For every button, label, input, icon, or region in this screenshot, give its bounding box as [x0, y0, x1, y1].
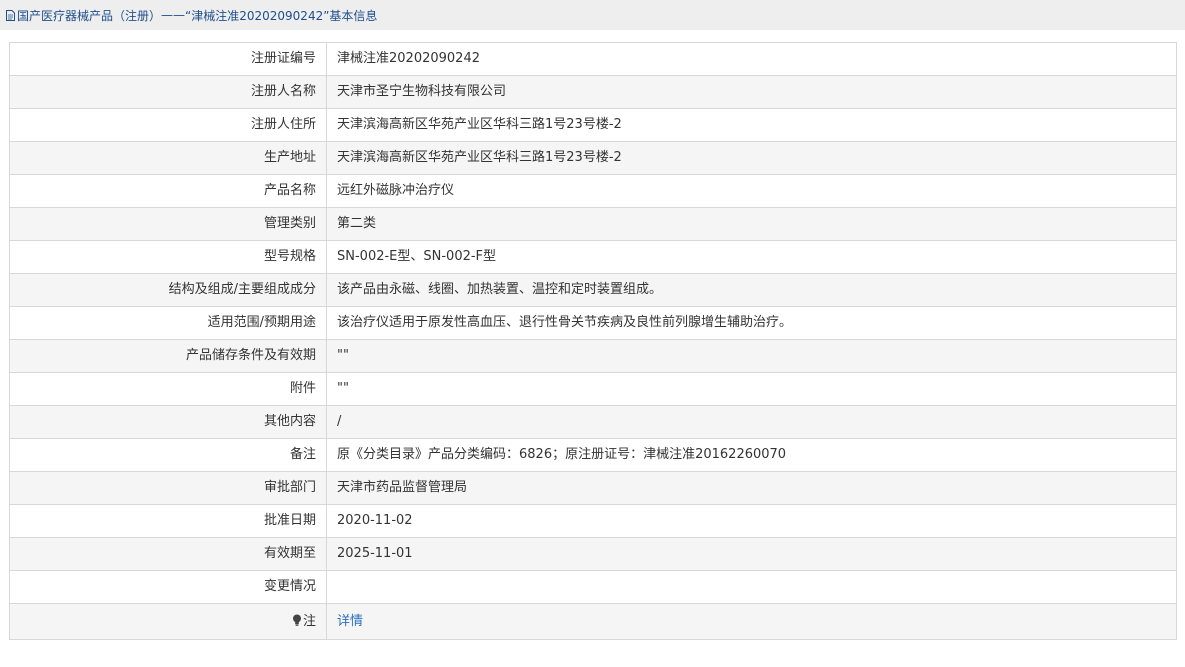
- breadcrumb-separator: ——: [161, 8, 186, 22]
- row-value: 2025-11-01: [326, 537, 1177, 571]
- row-value: 该产品由永磁、线圈、加热装置、温控和定时装置组成。: [326, 273, 1177, 307]
- row-value: "": [326, 339, 1177, 373]
- row-value: /: [326, 405, 1177, 439]
- table-row: 适用范围/预期用途 该治疗仪适用于原发性高血压、退行性骨关节疾病及良性前列腺增生…: [9, 306, 1177, 340]
- row-label: 变更情况: [9, 570, 327, 604]
- table-row: 批准日期 2020-11-02: [9, 504, 1177, 538]
- row-value: 第二类: [326, 207, 1177, 241]
- row-value: 天津滨海高新区华苑产业区华科三路1号23号楼-2: [326, 141, 1177, 175]
- row-label: 批准日期: [9, 504, 327, 538]
- lightbulb-icon: [292, 614, 301, 626]
- row-label: 有效期至: [9, 537, 327, 571]
- table-row: 附件 "": [9, 372, 1177, 406]
- row-label: 注册人住所: [9, 108, 327, 142]
- row-label: 型号规格: [9, 240, 327, 274]
- row-label: 结构及组成/主要组成成分: [9, 273, 327, 307]
- table-row: 有效期至 2025-11-01: [9, 537, 1177, 571]
- row-label: 注册人名称: [9, 75, 327, 109]
- table-row: 注册证编号 津械注准20202090242: [9, 42, 1177, 76]
- row-label: 产品名称: [9, 174, 327, 208]
- table-row: 产品名称 远红外磁脉冲治疗仪: [9, 174, 1177, 208]
- row-label: 审批部门: [9, 471, 327, 505]
- table-row: 变更情况: [9, 570, 1177, 604]
- breadcrumb-current: “津械注准20202090242”基本信息: [185, 8, 378, 23]
- table-row: 生产地址 天津滨海高新区华苑产业区华科三路1号23号楼-2: [9, 141, 1177, 175]
- row-value: 原《分类目录》产品分类编码：6826；原注册证号：津械注准20162260070: [326, 438, 1177, 472]
- row-label: 备注: [9, 438, 327, 472]
- row-label: 其他内容: [9, 405, 327, 439]
- row-value: "": [326, 372, 1177, 406]
- details-link[interactable]: 详情: [337, 614, 363, 629]
- row-label: 注册证编号: [9, 42, 327, 76]
- row-value: 天津滨海高新区华苑产业区华科三路1号23号楼-2: [326, 108, 1177, 142]
- breadcrumb: 国产医疗器械产品（注册） —— “津械注准20202090242”基本信息: [0, 0, 1185, 30]
- registration-info-table: 注册证编号 津械注准20202090242 注册人名称 天津市圣宁生物科技有限公…: [9, 42, 1177, 640]
- table-row: 结构及组成/主要组成成分 该产品由永磁、线圈、加热装置、温控和定时装置组成。: [9, 273, 1177, 307]
- row-value: SN-002-E型、SN-002-F型: [326, 240, 1177, 274]
- note-label-cell: 注: [9, 603, 327, 640]
- row-label: 附件: [9, 372, 327, 406]
- table-row: 其他内容 /: [9, 405, 1177, 439]
- table-row: 注册人住所 天津滨海高新区华苑产业区华科三路1号23号楼-2: [9, 108, 1177, 142]
- table-row: 注册人名称 天津市圣宁生物科技有限公司: [9, 75, 1177, 109]
- table-row: 产品储存条件及有效期 "": [9, 339, 1177, 373]
- row-value: 津械注准20202090242: [326, 42, 1177, 76]
- document-icon: [6, 9, 15, 21]
- table-row: 管理类别 第二类: [9, 207, 1177, 241]
- note-label: 注: [302, 613, 316, 629]
- row-value: 2020-11-02: [326, 504, 1177, 538]
- row-label: 适用范围/预期用途: [9, 306, 327, 340]
- table-row: 备注 原《分类目录》产品分类编码：6826；原注册证号：津械注准20162260…: [9, 438, 1177, 472]
- table-row: 型号规格 SN-002-E型、SN-002-F型: [9, 240, 1177, 274]
- row-label: 产品储存条件及有效期: [9, 339, 327, 373]
- row-value: [326, 570, 1177, 604]
- row-value: 天津市圣宁生物科技有限公司: [326, 75, 1177, 109]
- note-value-cell: 详情: [326, 603, 1177, 640]
- row-value: 该治疗仪适用于原发性高血压、退行性骨关节疾病及良性前列腺增生辅助治疗。: [326, 306, 1177, 340]
- breadcrumb-category-link[interactable]: 国产医疗器械产品（注册）: [17, 7, 161, 24]
- row-label: 管理类别: [9, 207, 327, 241]
- note-row: 注 详情: [9, 603, 1177, 640]
- row-label: 生产地址: [9, 141, 327, 175]
- row-value: 天津市药品监督管理局: [326, 471, 1177, 505]
- row-value: 远红外磁脉冲治疗仪: [326, 174, 1177, 208]
- table-row: 审批部门 天津市药品监督管理局: [9, 471, 1177, 505]
